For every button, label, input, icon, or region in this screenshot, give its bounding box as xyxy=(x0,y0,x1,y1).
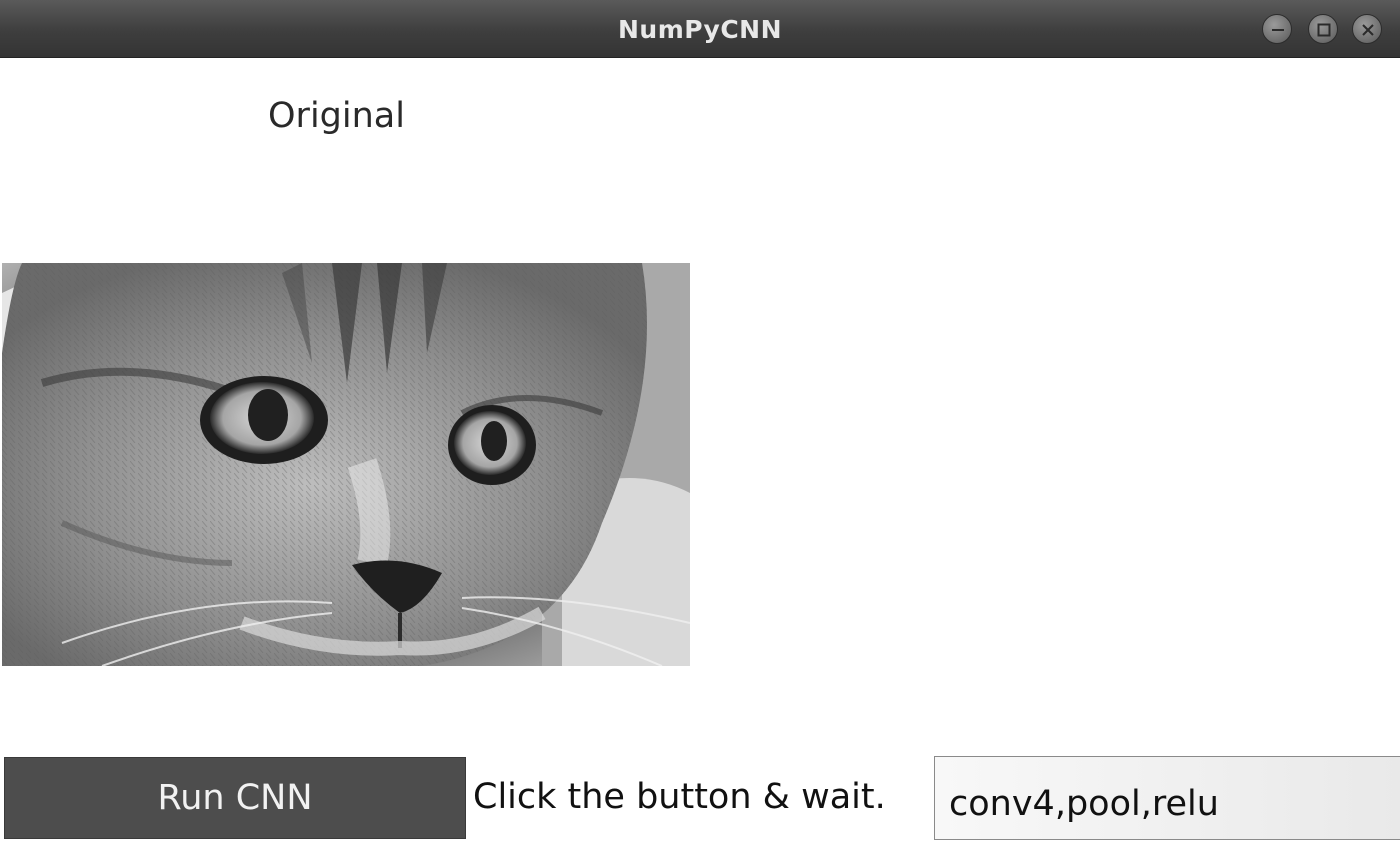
window-title: NumPyCNN xyxy=(617,15,783,44)
minimize-button[interactable] xyxy=(1262,14,1292,44)
window-titlebar[interactable]: NumPyCNN xyxy=(0,0,1400,58)
status-text: Click the button & wait. xyxy=(473,777,886,817)
run-cnn-button[interactable]: Run CNN xyxy=(4,757,466,839)
close-button[interactable] xyxy=(1352,14,1382,44)
original-image-label: Original xyxy=(268,96,405,136)
minimize-icon xyxy=(1272,29,1284,31)
original-cat-image xyxy=(2,263,690,666)
maximize-button[interactable] xyxy=(1308,14,1338,44)
close-icon xyxy=(1362,24,1374,36)
layers-input[interactable] xyxy=(934,756,1400,840)
maximize-icon xyxy=(1317,23,1331,37)
